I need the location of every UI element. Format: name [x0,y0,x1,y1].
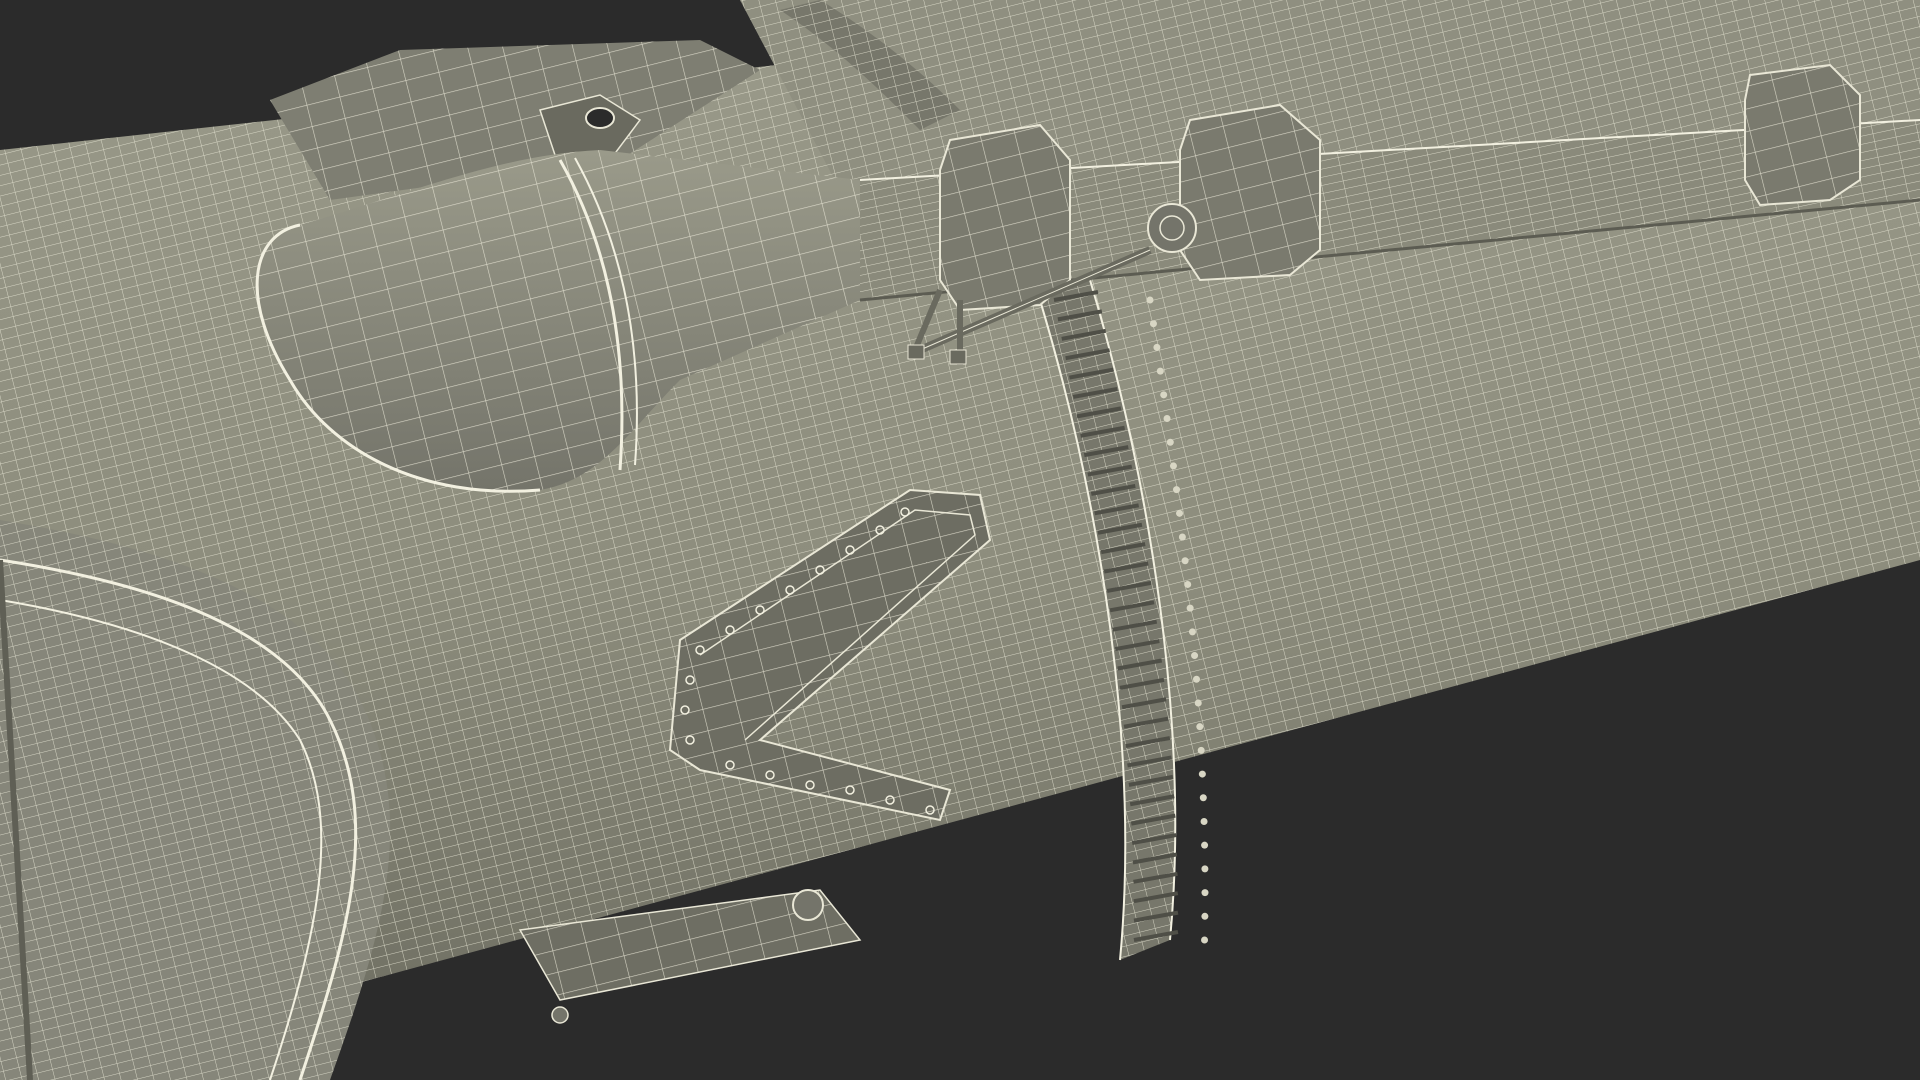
tube-coupling-1 [939,123,1071,312]
flange-stud [1163,415,1171,423]
flange-stud [1191,652,1199,660]
flange-stud [1199,794,1207,802]
flange-stud [1169,462,1177,470]
flange-stud [1153,343,1161,351]
flange-stud [1178,533,1186,541]
flange-stud [1176,509,1184,517]
rocket-wireframe-render [0,0,1920,1080]
flange-stud [1201,865,1209,873]
flange-stud [1186,604,1194,612]
flange-stud [1173,486,1181,494]
render-viewport [0,0,1920,1080]
flange-stud [1194,699,1202,707]
flange-stud [1146,296,1154,304]
flange-stud [1188,628,1196,636]
tube-coupling-2 [1179,103,1321,282]
flange-stud [1201,841,1209,849]
flange-stud [1149,320,1157,328]
tube-coupling-3 [1744,63,1861,207]
flange-stud [1197,746,1205,754]
flange-stud [1166,438,1174,446]
flange-stud [1192,675,1200,683]
flange-stud [1201,936,1209,944]
flange-stud [1156,367,1164,375]
flange-stud [1201,912,1209,920]
flange-stud [1181,557,1189,565]
flange-stud [1201,889,1209,897]
flange-stud [1184,580,1192,588]
flange-stud [1160,391,1168,399]
flange-stud [1198,770,1206,778]
flange-stud [1196,723,1204,731]
flange-stud [1200,817,1208,825]
